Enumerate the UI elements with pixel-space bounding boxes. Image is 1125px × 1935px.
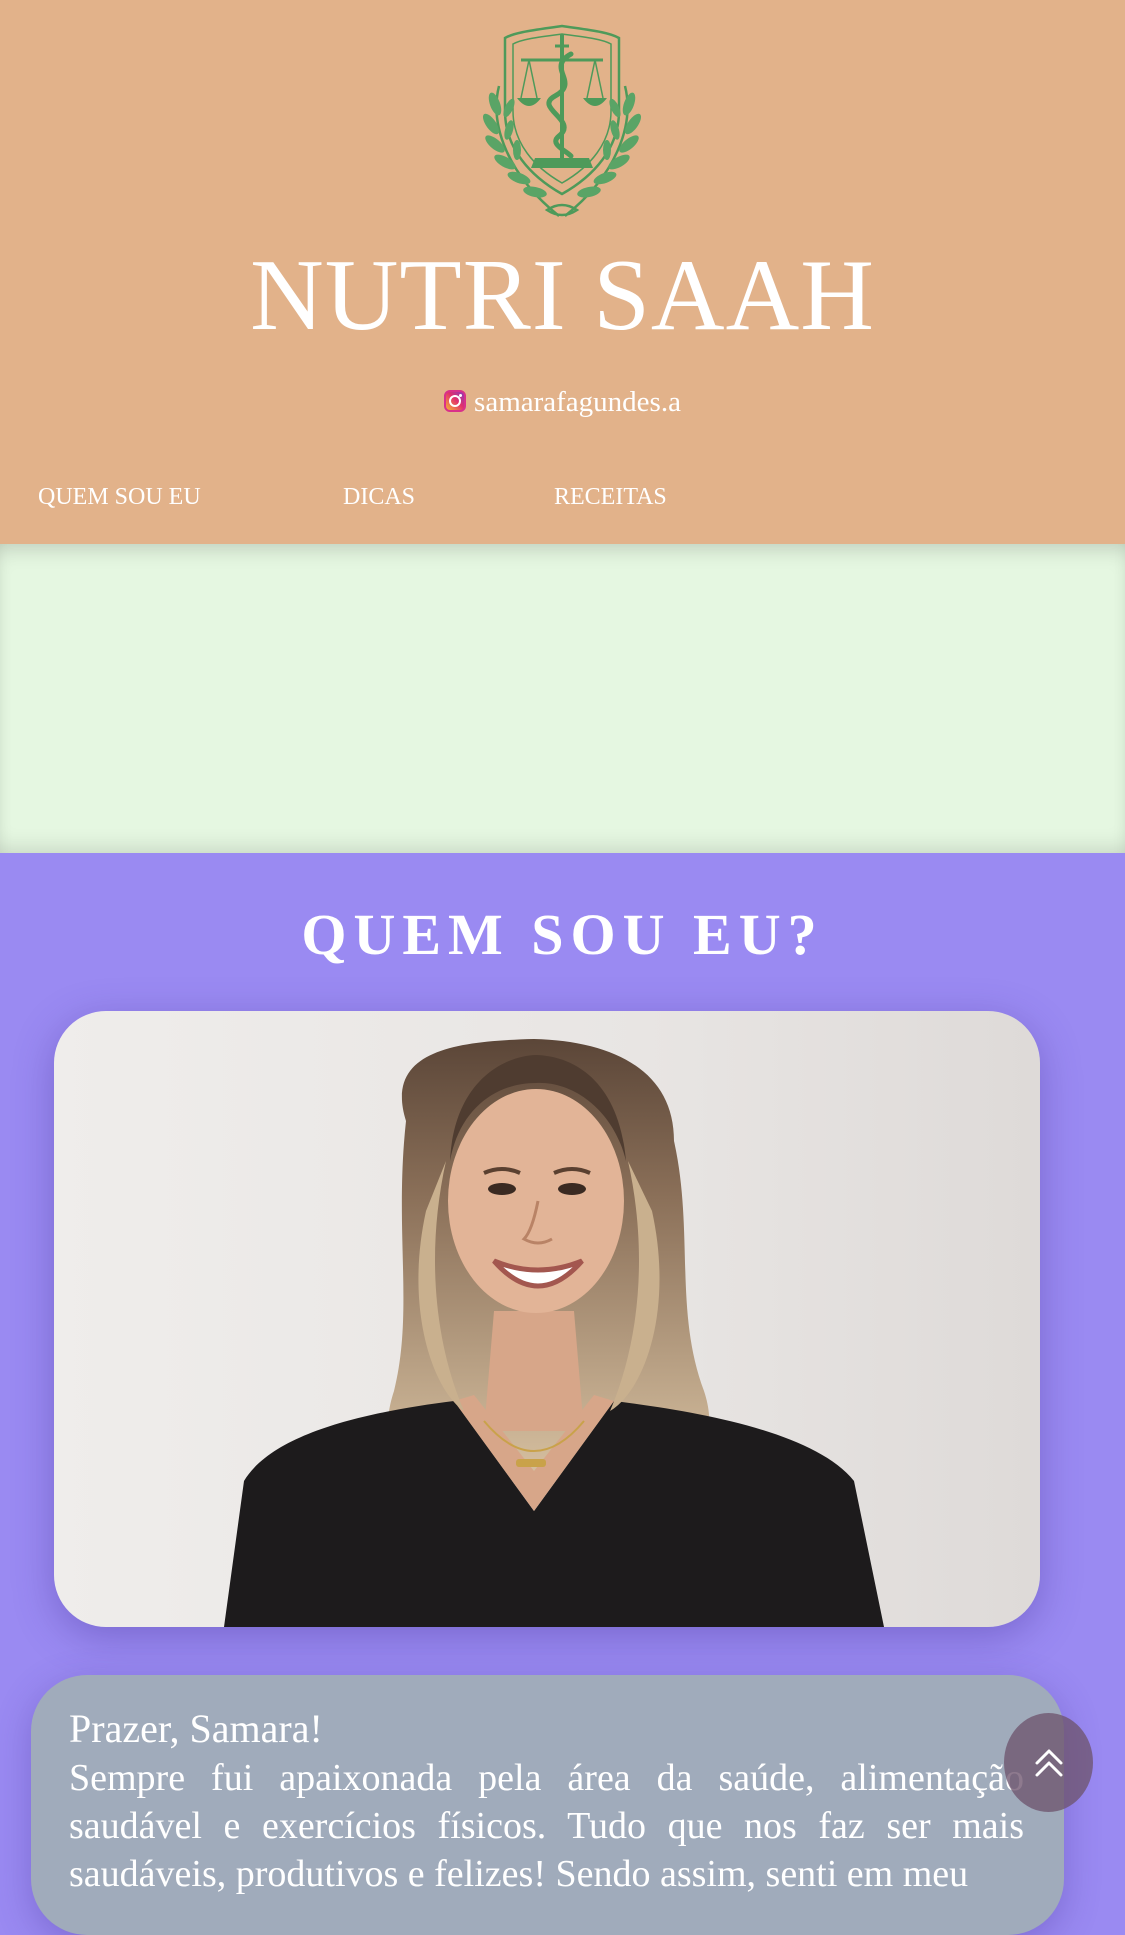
brand-title: NUTRI SAAH — [250, 239, 875, 352]
double-chevron-up-icon — [1035, 1749, 1062, 1776]
nav-item-receitas[interactable]: RECEITAS — [554, 480, 667, 514]
nav-item-dicas[interactable]: DICAS — [343, 480, 415, 514]
instagram-link[interactable]: samarafagundes.a — [0, 382, 1125, 422]
instagram-handle: samarafagundes.a — [474, 386, 681, 418]
instagram-icon — [444, 390, 467, 412]
hero-banner — [0, 544, 1125, 853]
nav-item-quem-sou-eu[interactable]: QUEM SOU EU — [38, 480, 201, 514]
profile-photo — [54, 1011, 1040, 1627]
bio-greeting: Prazer, Samara! — [69, 1706, 323, 1751]
site-header: NUTRI SAAH samarafagundes.a QUEM SOU EU … — [0, 0, 1125, 544]
scroll-to-top-button[interactable] — [1004, 1713, 1093, 1812]
logo-emblem-icon — [482, 24, 642, 217]
bio-text: Sempre fui apaixonada pela área da saúde… — [69, 1757, 1024, 1895]
portrait-illustration — [224, 1039, 884, 1627]
about-title: QUEM SOU EU? — [301, 902, 824, 967]
